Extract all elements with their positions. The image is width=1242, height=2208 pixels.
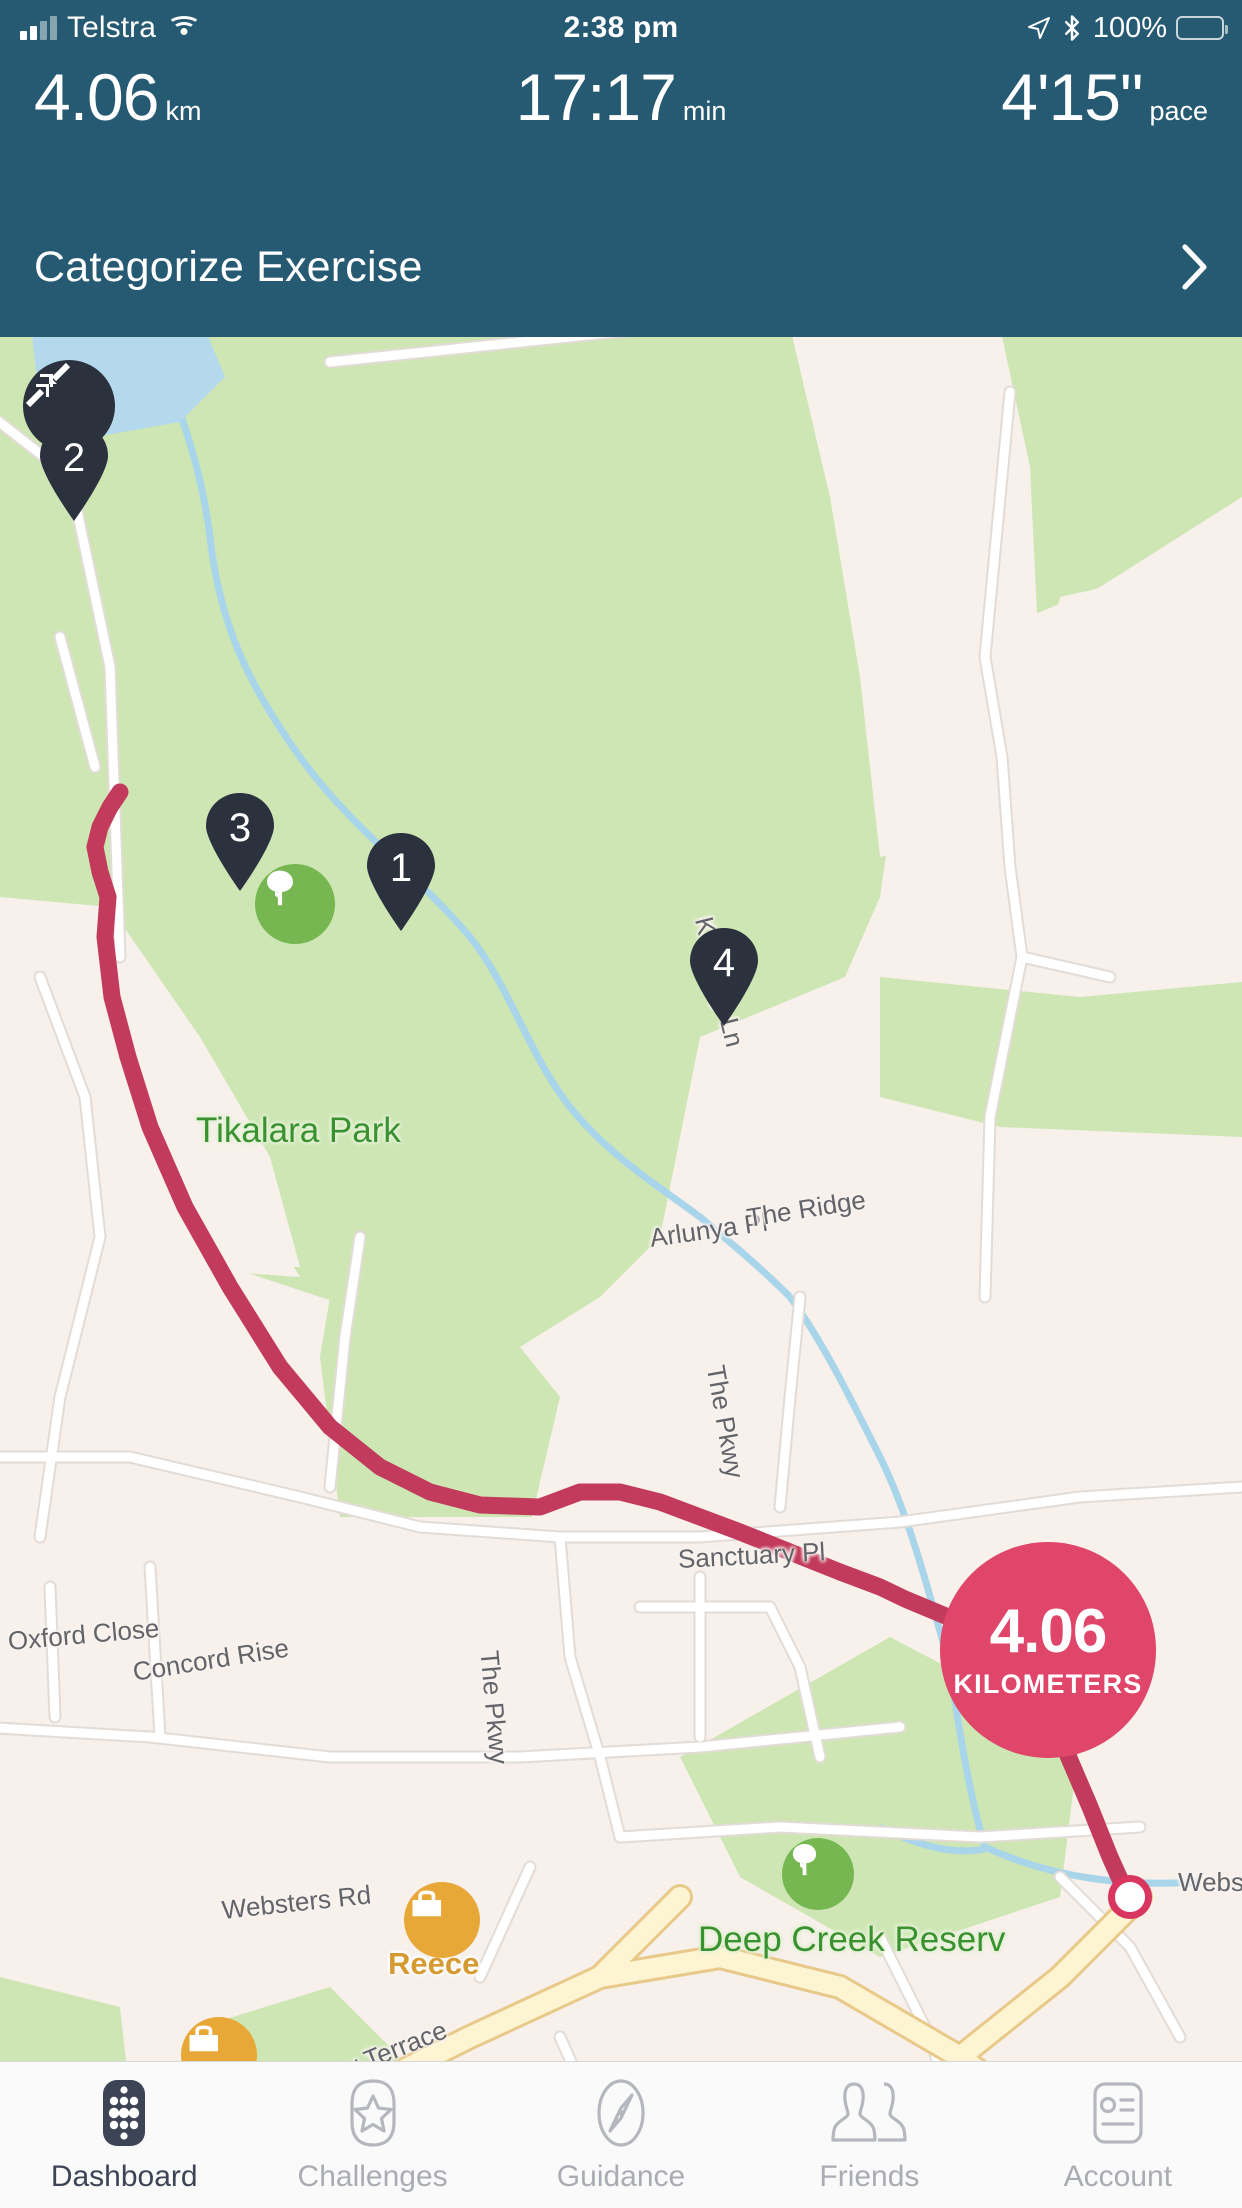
tab-account-label: Account [1063, 2160, 1173, 2193]
route-map[interactable]: Kearney LnArlunya PlThe RidgeThe PkwySan… [0, 337, 1242, 2062]
km-marker-label: 4 [712, 941, 736, 985]
friends-icon [828, 2076, 910, 2150]
route-end-point [1108, 1875, 1152, 1919]
fitbit-dots-icon [87, 2076, 161, 2150]
battery-icon [1176, 16, 1228, 40]
compass-icon [584, 2076, 658, 2150]
km-marker-pin[interactable]: 3 [202, 792, 278, 892]
pace-unit: pace [1149, 96, 1208, 126]
tab-account[interactable]: Account [994, 2076, 1242, 2194]
exercise-stats: 4.06 km 17:17 min 4'15" pace [0, 46, 1242, 151]
categorize-exercise-label: Categorize Exercise [34, 242, 423, 291]
km-marker-label: 1 [389, 846, 413, 890]
tab-dashboard-label: Dashboard [50, 2160, 198, 2193]
battery-percent-label: 100% [1092, 11, 1167, 44]
categorize-exercise-row[interactable]: Categorize Exercise [0, 197, 1242, 337]
location-arrow-icon [1027, 17, 1050, 39]
tab-challenges[interactable]: Challenges [248, 2076, 496, 2194]
tab-friends-label: Friends [819, 2160, 920, 2193]
total-distance-value: 4.06 [989, 1596, 1108, 1666]
total-distance-bubble: 4.06 KILOMETERS [940, 1542, 1156, 1758]
tab-challenges-label: Challenges [297, 2160, 448, 2193]
tab-friends[interactable]: Friends [745, 2076, 993, 2194]
bottom-tab-bar: Dashboard Challenges Guidance Friends Ac… [0, 2061, 1242, 2208]
exercise-header: Telstra 2:38 pm 100% 4.06 km 17:17 min 4… [0, 0, 1242, 337]
km-marker-label: 2 [62, 436, 86, 480]
duration-value: 17:17 [515, 60, 677, 134]
total-distance-unit: KILOMETERS [953, 1668, 1143, 1699]
park-tree-icon [782, 1838, 854, 1910]
collapse-icon [25, 362, 71, 408]
tab-dashboard[interactable]: Dashboard [0, 2076, 248, 2194]
km-marker-pin[interactable]: 2 [36, 422, 112, 522]
pace-value: 4'15" [1001, 60, 1143, 134]
km-marker-pin[interactable]: 4 [686, 927, 762, 1027]
km-marker-label: 3 [228, 806, 252, 850]
account-card-icon [1081, 2076, 1155, 2150]
shop-bag-icon [404, 1882, 480, 1958]
tab-guidance-label: Guidance [556, 2160, 686, 2193]
km-marker-pin[interactable]: 1 [363, 832, 439, 932]
bluetooth-icon [1064, 15, 1079, 41]
duration-unit: min [682, 96, 727, 126]
chevron-right-icon [1182, 244, 1207, 290]
app-root: Telstra 2:38 pm 100% 4.06 km 17:17 min 4… [0, 0, 1242, 2208]
status-bar-right: 100% [1027, 6, 1228, 50]
stat-pace: 4'15" pace [1001, 58, 1208, 136]
map-canvas [0, 337, 1242, 2062]
star-badge-icon [336, 2076, 410, 2150]
tab-guidance[interactable]: Guidance [497, 2076, 745, 2194]
